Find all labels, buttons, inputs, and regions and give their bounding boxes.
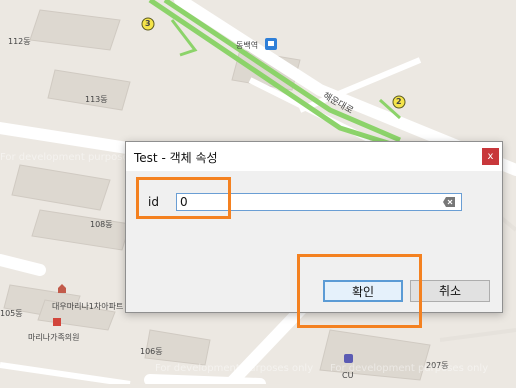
hospital-icon [53, 318, 61, 326]
dialog-title: Test - 객체 속성 [134, 151, 218, 165]
map-label-108: 108동 [90, 220, 113, 229]
route-marker-2-label: 2 [396, 97, 402, 106]
id-field-highlight [136, 177, 231, 219]
clear-icon[interactable] [443, 197, 455, 207]
dialog-title-bar[interactable]: Test - 객체 속성 x [126, 142, 502, 170]
watermark: For development purposes only [155, 363, 314, 374]
map-label-113: 113동 [85, 95, 108, 104]
route-marker-3-label: 3 [145, 19, 151, 28]
map-label-clinic: 마리나가족의원 [28, 333, 80, 342]
watermark: For development purposes only [330, 363, 489, 374]
store-icon [344, 354, 353, 363]
close-button[interactable]: x [482, 148, 499, 165]
cancel-button[interactable]: 취소 [410, 280, 490, 302]
map-label-106: 106동 [140, 347, 163, 356]
map-label-dongbaek-station: 동백역 [236, 41, 259, 50]
map-label-daewoo-marina: 대우마리나1차아파트 [52, 302, 124, 311]
map-label-105: 105동 [0, 309, 23, 318]
map-label-112: 112동 [8, 37, 31, 46]
ok-button-highlight [297, 254, 422, 328]
